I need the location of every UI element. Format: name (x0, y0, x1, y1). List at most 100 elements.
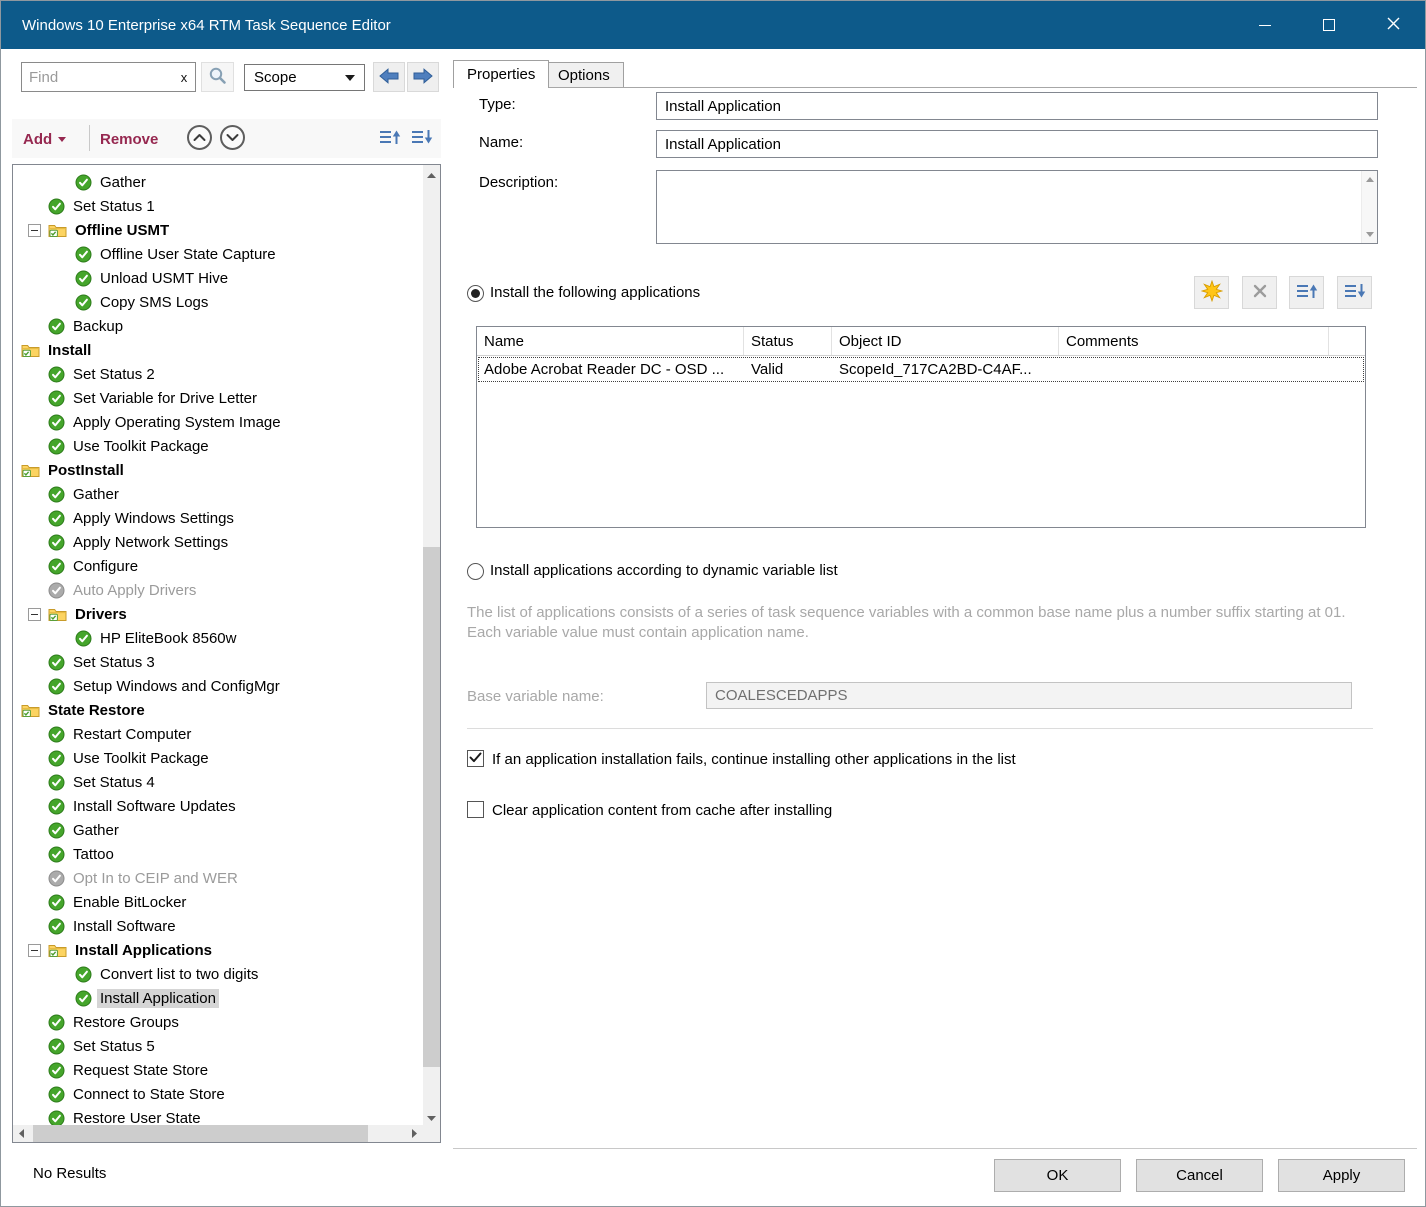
tab-options[interactable]: Options (544, 62, 624, 87)
tree-item[interactable]: Gather (13, 482, 423, 506)
cancel-button[interactable]: Cancel (1136, 1159, 1263, 1192)
tree-indent (13, 254, 75, 255)
tree-item[interactable]: Offline USMT (13, 218, 423, 242)
tree-item[interactable]: Gather (13, 818, 423, 842)
tree-item[interactable]: Restart Computer (13, 722, 423, 746)
tree-item[interactable]: Unload USMT Hive (13, 266, 423, 290)
tree-item[interactable]: Install Software (13, 914, 423, 938)
tree-item[interactable]: Set Status 3 (13, 650, 423, 674)
move-application-up-button[interactable] (1289, 276, 1324, 309)
clear-cache-checkbox[interactable] (467, 801, 484, 818)
close-icon (1387, 17, 1400, 33)
tree-item[interactable]: Opt In to CEIP and WER (13, 866, 423, 890)
tab-strip-line (453, 87, 1417, 88)
tree-item[interactable]: Gather (13, 170, 423, 194)
tree-item[interactable]: Set Status 2 (13, 362, 423, 386)
move-application-down-button[interactable] (1337, 276, 1372, 309)
collapse-expander-icon[interactable] (28, 224, 41, 237)
apply-button[interactable]: Apply (1278, 1159, 1405, 1192)
collapse-expander-icon[interactable] (28, 944, 41, 957)
tree-item[interactable]: Install (13, 338, 423, 362)
tree-item-label: Backup (70, 317, 126, 336)
add-button[interactable]: Add (23, 127, 66, 151)
scroll-left-icon[interactable] (13, 1125, 30, 1142)
collapse-expander-icon[interactable] (28, 608, 41, 621)
tree-vertical-scrollbar[interactable] (423, 165, 440, 1125)
name-field[interactable] (656, 130, 1378, 158)
tree-item[interactable]: Configure (13, 554, 423, 578)
close-button[interactable] (1361, 1, 1425, 49)
tree-item[interactable]: Set Status 5 (13, 1034, 423, 1058)
tree-item[interactable]: Restore Groups (13, 1010, 423, 1034)
move-step-up-button[interactable] (375, 125, 403, 151)
scope-dropdown[interactable]: Scope (244, 64, 365, 91)
table-row[interactable]: Adobe Acrobat Reader DC - OSD ...ValidSc… (477, 356, 1365, 383)
tree-item[interactable]: State Restore (13, 698, 423, 722)
tree-item[interactable]: Install Application (13, 986, 423, 1010)
minimize-icon (1259, 25, 1271, 26)
maximize-button[interactable] (1297, 1, 1361, 49)
description-scrollbar[interactable] (1361, 171, 1377, 243)
tree-horizontal-scrollbar[interactable] (13, 1125, 423, 1142)
scroll-up-icon[interactable] (423, 165, 440, 182)
column-header-comments[interactable]: Comments (1059, 327, 1329, 355)
triangle-up-icon[interactable] (1366, 177, 1374, 182)
find-previous-button[interactable] (373, 62, 405, 92)
tree-item[interactable]: HP EliteBook 8560w (13, 626, 423, 650)
dynamic-variable-list-radio[interactable] (467, 563, 484, 580)
type-field[interactable] (656, 92, 1378, 120)
tree-item[interactable]: Set Variable for Drive Letter (13, 386, 423, 410)
tree-item[interactable]: Use Toolkit Package (13, 434, 423, 458)
tree-item[interactable]: PostInstall (13, 458, 423, 482)
description-field[interactable] (657, 171, 1360, 243)
new-application-button[interactable] (1194, 276, 1229, 309)
tree-item[interactable]: Set Status 1 (13, 194, 423, 218)
base-variable-field[interactable]: COALESCEDAPPS (706, 682, 1352, 709)
tree-item[interactable]: Backup (13, 314, 423, 338)
find-next-button[interactable] (407, 62, 439, 92)
expand-all-button[interactable] (219, 125, 246, 152)
find-input[interactable] (22, 69, 173, 86)
tab-properties[interactable]: Properties (453, 60, 549, 88)
tree-indent (13, 566, 48, 567)
tree-item[interactable]: Setup Windows and ConfigMgr (13, 674, 423, 698)
column-header-status[interactable]: Status (744, 327, 832, 355)
collapse-all-button[interactable] (186, 125, 213, 152)
minimize-button[interactable] (1233, 1, 1297, 49)
tree-item[interactable]: Install Applications (13, 938, 423, 962)
tree-item[interactable]: Convert list to two digits (13, 962, 423, 986)
find-clear-button[interactable]: x (173, 70, 195, 85)
tree-item[interactable]: Install Software Updates (13, 794, 423, 818)
ok-button[interactable]: OK (994, 1159, 1121, 1192)
install-following-apps-radio[interactable] (467, 285, 484, 302)
vertical-scroll-thumb[interactable] (423, 547, 440, 1067)
search-button[interactable] (201, 62, 234, 92)
scroll-right-icon[interactable] (406, 1125, 423, 1142)
tree-item[interactable]: Use Toolkit Package (13, 746, 423, 770)
tree-item[interactable]: Tattoo (13, 842, 423, 866)
horizontal-scroll-thumb[interactable] (33, 1125, 368, 1142)
tree-item[interactable]: Apply Windows Settings (13, 506, 423, 530)
column-header-object-id[interactable]: Object ID (832, 327, 1059, 355)
continue-on-fail-checkbox[interactable] (467, 750, 484, 767)
step-check-icon (48, 366, 65, 383)
tree-item[interactable]: Apply Network Settings (13, 530, 423, 554)
tree-item[interactable]: Enable BitLocker (13, 890, 423, 914)
triangle-down-icon[interactable] (1366, 232, 1374, 237)
tree-indent (13, 374, 48, 375)
tree-item[interactable]: Restore User State (13, 1106, 423, 1125)
tree-item[interactable]: Apply Operating System Image (13, 410, 423, 434)
tree-item[interactable]: Auto Apply Drivers (13, 578, 423, 602)
tree-item[interactable]: Offline User State Capture (13, 242, 423, 266)
scroll-down-icon[interactable] (423, 1108, 440, 1125)
column-header-name[interactable]: Name (477, 327, 744, 355)
tree-item-label: Enable BitLocker (70, 893, 189, 912)
tree-item[interactable]: Set Status 4 (13, 770, 423, 794)
remove-button[interactable]: Remove (100, 127, 158, 151)
tree-item[interactable]: Connect to State Store (13, 1082, 423, 1106)
move-step-down-button[interactable] (407, 125, 435, 151)
tree-item[interactable]: Copy SMS Logs (13, 290, 423, 314)
tree-item[interactable]: Drivers (13, 602, 423, 626)
tree-item[interactable]: Request State Store (13, 1058, 423, 1082)
delete-application-button[interactable] (1242, 276, 1277, 309)
